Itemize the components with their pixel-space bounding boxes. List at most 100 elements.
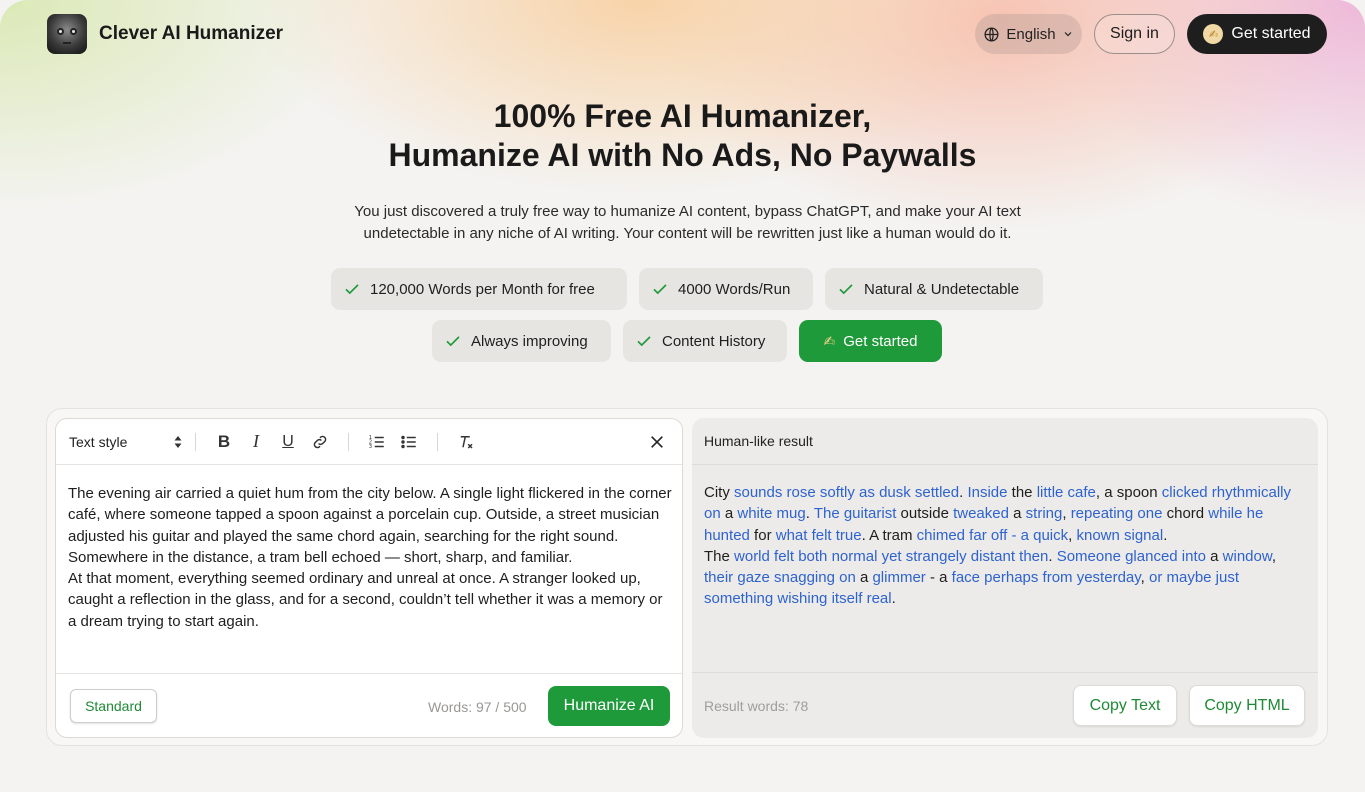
rewritten-segment: The guitarist <box>813 505 897 523</box>
input-paragraph: The evening air carried a quiet hum from… <box>68 485 672 566</box>
feature-label: 120,000 Words per Month for free <box>370 280 595 298</box>
sign-in-button[interactable]: Sign in <box>1094 14 1175 54</box>
unchanged-segment: , <box>1140 569 1149 587</box>
hero-get-started-label: Get started <box>843 332 918 350</box>
clear-formatting-icon[interactable] <box>455 431 477 453</box>
feature-pill-words-per-run: 4000 Words/Run <box>639 268 813 310</box>
rewritten-segment: a quick <box>1020 526 1069 544</box>
editor-footer: Standard Words: 97 / 500 Humanize AI <box>56 673 682 737</box>
feature-label: Content History <box>662 332 766 350</box>
unchanged-segment: a <box>1008 505 1026 523</box>
feature-pill-history: Content History <box>623 320 787 362</box>
rewritten-segment: string <box>1025 505 1063 523</box>
unchanged-segment: for <box>749 526 776 544</box>
hero-title: 100% Free AI Humanizer, Humanize AI with… <box>0 97 1365 175</box>
bold-icon[interactable]: B <box>213 431 235 453</box>
unchanged-segment: - a <box>925 569 952 587</box>
input-editor: Text style B I U 123 The evening air car… <box>55 418 683 738</box>
unchanged-segment: . <box>1048 547 1057 565</box>
rewritten-segment: known signal <box>1076 526 1164 544</box>
chevron-down-icon <box>1064 32 1072 37</box>
unchanged-segment: a <box>1205 547 1223 565</box>
svg-text:3: 3 <box>369 444 372 450</box>
check-icon <box>446 336 460 347</box>
hero-title-line1: 100% Free AI Humanizer, <box>493 98 872 134</box>
unchanged-segment: . <box>891 590 896 608</box>
check-icon <box>637 336 651 347</box>
header-get-started-label: Get started <box>1231 25 1311 42</box>
result-paragraph: The world felt both normal yet strangely… <box>704 546 1304 610</box>
unchanged-segment: chord <box>1162 505 1209 523</box>
unchanged-segment: , <box>1271 547 1277 565</box>
bullet-list-icon[interactable] <box>398 431 420 453</box>
rewritten-segment: little cafe <box>1036 484 1096 501</box>
feature-pill-words-per-month: 120,000 Words per Month for free <box>331 268 627 310</box>
humanize-button[interactable]: Humanize AI <box>548 686 670 726</box>
result-panel: Human-like result City sounds rose softl… <box>692 418 1318 738</box>
rewritten-segment: what felt true <box>775 526 862 544</box>
language-selector[interactable]: English <box>975 14 1082 54</box>
hero-subtitle: You just discovered a truly free way to … <box>354 203 1021 242</box>
rewritten-segment: white mug <box>737 505 806 523</box>
result-text-area: City sounds rose softly as dusk settled.… <box>704 482 1304 610</box>
rewritten-segment: repeating one <box>1070 505 1163 523</box>
toolbar-divider <box>348 432 349 451</box>
check-icon <box>653 284 667 295</box>
ordered-list-icon[interactable]: 123 <box>366 431 388 453</box>
unchanged-segment: . A tram <box>861 526 917 544</box>
rewritten-segment: glimmer <box>872 569 926 587</box>
rewritten-segment: Inside <box>967 484 1008 501</box>
rewritten-segment: window <box>1222 547 1272 565</box>
input-paragraph: At that moment, everything seemed ordina… <box>68 570 663 630</box>
header-get-started-button[interactable]: ✍ Get started <box>1187 14 1327 54</box>
feature-label: Always improving <box>471 332 588 350</box>
feature-pill-improving: Always improving <box>432 320 611 362</box>
brand-name: Clever AI Humanizer <box>99 23 284 44</box>
unchanged-segment: . <box>1163 526 1168 544</box>
copy-text-button[interactable]: Copy Text <box>1073 685 1177 726</box>
check-icon <box>839 284 853 295</box>
robot-logo-icon <box>47 14 87 54</box>
rewritten-segment: tweaked <box>953 505 1009 523</box>
unchanged-segment: City <box>704 484 734 501</box>
globe-icon <box>984 26 999 42</box>
unchanged-segment: . <box>805 505 814 523</box>
italic-icon[interactable]: I <box>245 431 267 453</box>
text-style-label: Text style <box>69 433 128 450</box>
result-paragraph: City sounds rose softly as dusk settled.… <box>704 482 1304 546</box>
rewritten-segment: Someone glanced into <box>1056 547 1206 565</box>
rewritten-segment: world felt both normal yet strangely dis… <box>734 547 1049 565</box>
result-footer: Result words: 78 Copy Text Copy HTML <box>692 672 1318 738</box>
toolbar-divider <box>195 432 196 451</box>
unchanged-segment: , <box>1062 505 1071 523</box>
input-text-area[interactable]: The evening air carried a quiet hum from… <box>68 483 674 632</box>
editor-toolbar: Text style B I U 123 <box>56 419 682 465</box>
rewritten-segment: chimed far off <box>916 526 1008 544</box>
unchanged-segment: a <box>855 569 873 587</box>
toolbar-divider <box>437 432 438 451</box>
rewritten-segment: their gaze snagging on <box>704 569 856 587</box>
unchanged-segment: The <box>704 547 735 565</box>
underline-icon[interactable]: U <box>277 431 299 453</box>
unchanged-segment: a <box>720 505 738 523</box>
brand-logo-link[interactable]: Clever AI Humanizer <box>47 14 283 54</box>
result-heading: Human-like result <box>692 418 1318 465</box>
text-style-select[interactable]: Text style <box>69 434 183 450</box>
input-word-count: Words: 97 / 500 <box>428 699 527 715</box>
hero-get-started-button[interactable]: ✍ Get started <box>799 320 942 362</box>
hero-title-line2: Humanize AI with No Ads, No Paywalls <box>388 137 977 173</box>
writing-hand-icon: ✍ <box>1203 24 1224 44</box>
check-icon <box>345 284 359 295</box>
feature-label: 4000 Words/Run <box>678 280 791 298</box>
rewritten-segment: sounds rose softly as dusk settled <box>734 484 960 501</box>
mode-standard-button[interactable]: Standard <box>70 689 157 723</box>
writing-hand-icon: ✍ <box>823 332 836 349</box>
link-icon[interactable] <box>309 431 331 453</box>
feature-pill-natural: Natural & Undetectable <box>825 268 1043 310</box>
up-down-arrows-icon <box>174 435 182 448</box>
close-icon[interactable] <box>646 431 668 453</box>
copy-html-button[interactable]: Copy HTML <box>1189 685 1305 726</box>
unchanged-segment: outside <box>896 505 954 523</box>
result-word-count: Result words: 78 <box>704 698 809 714</box>
feature-label: Natural & Undetectable <box>864 280 1020 298</box>
